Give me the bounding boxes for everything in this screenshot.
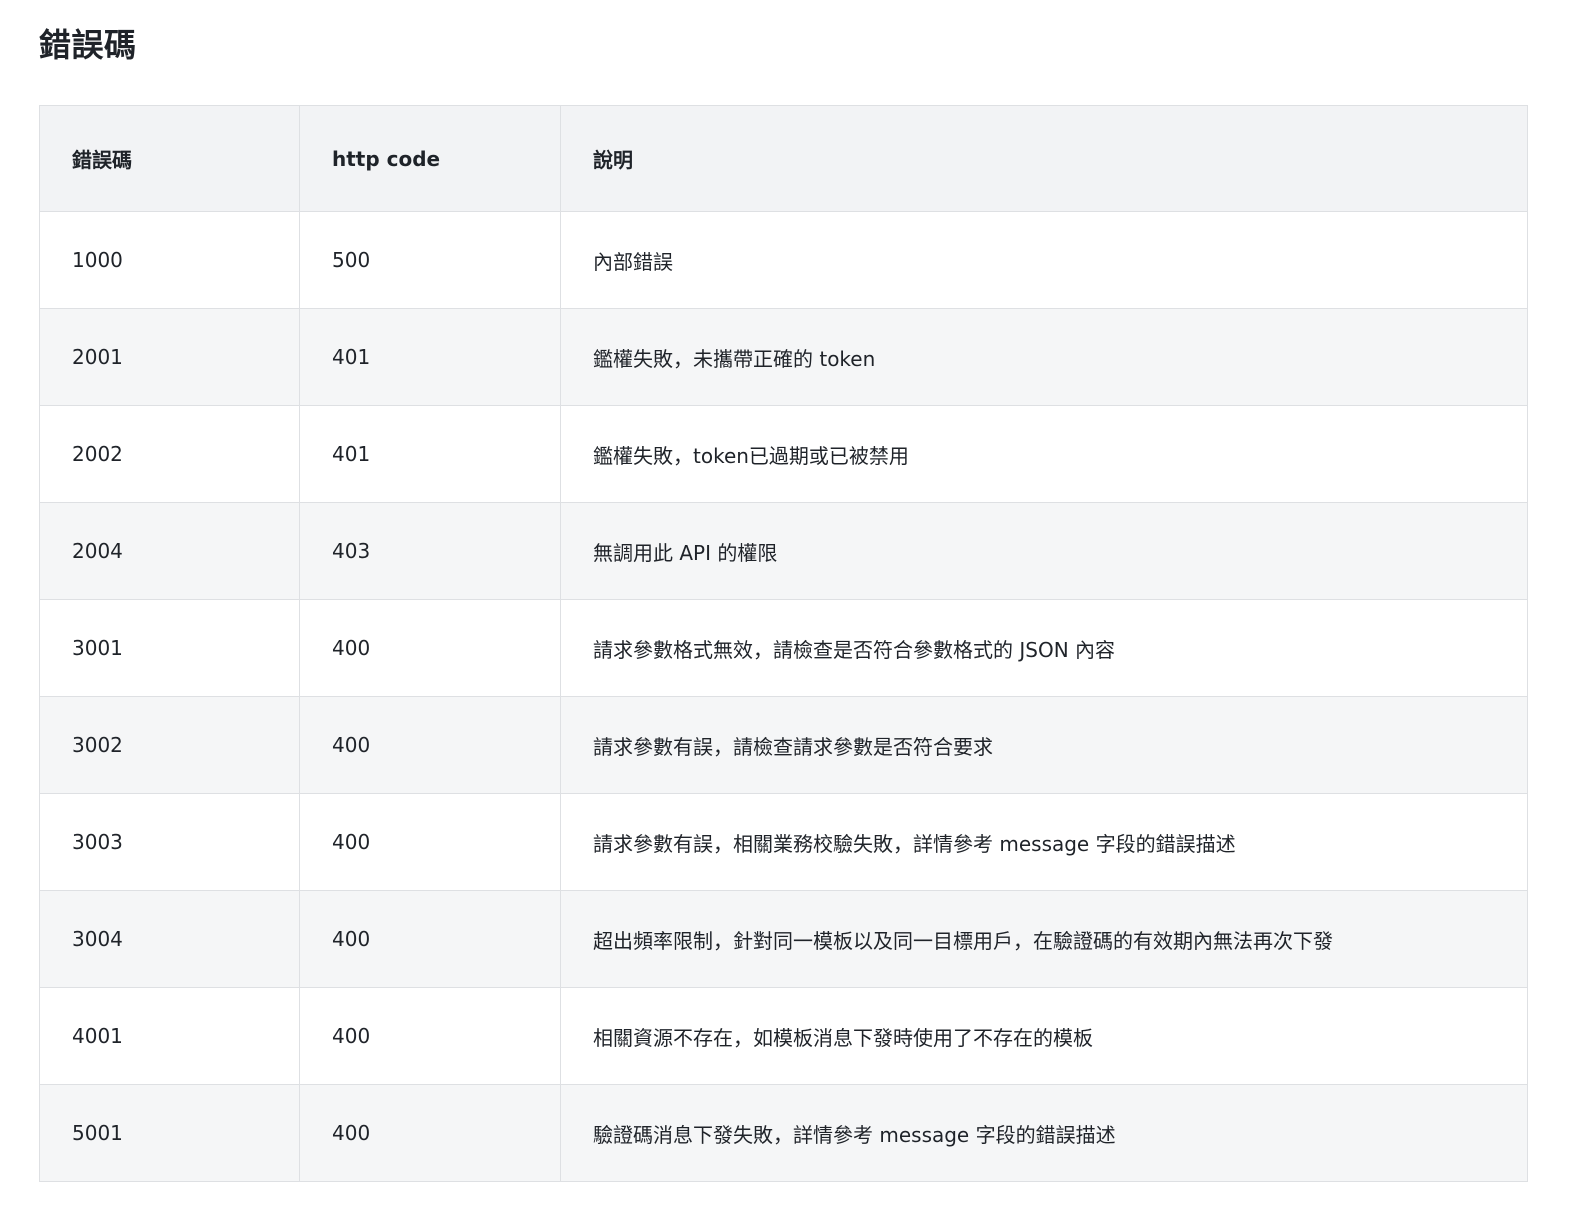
error-code-cell: 1000 <box>39 211 300 309</box>
error-codes-page: 錯誤碼 錯誤碼 http code 說明 1000 500 內部錯誤 2001 401 鑑… <box>0 0 1574 1220</box>
http-code-cell: 401 <box>299 308 561 406</box>
http-code-cell: 400 <box>299 696 561 794</box>
table-row: 2002 401 鑑權失敗，token已過期或已被禁用 <box>39 405 1528 503</box>
description-cell: 無調用此 API 的權限 <box>560 502 1528 600</box>
error-code-cell: 2001 <box>39 308 300 406</box>
description-cell: 內部錯誤 <box>560 211 1528 309</box>
http-code-cell: 400 <box>299 890 561 988</box>
table-row: 5001 400 驗證碼消息下發失敗，詳情參考 message 字段的錯誤描述 <box>39 1084 1528 1182</box>
column-header-http-code: http code <box>299 105 561 212</box>
table-header-row: 錯誤碼 http code 說明 <box>39 105 1528 212</box>
table-body: 1000 500 內部錯誤 2001 401 鑑權失敗，未攜帶正確的 token 2002 4… <box>39 211 1528 1182</box>
http-code-cell: 400 <box>299 987 561 1085</box>
table-row: 2004 403 無調用此 API 的權限 <box>39 502 1528 600</box>
table-row: 3004 400 超出頻率限制，針對同一模板以及同一目標用戶，在驗證碼的有效期內無法… <box>39 890 1528 988</box>
table-row: 3002 400 請求參數有誤，請檢查請求參數是否符合要求 <box>39 696 1528 794</box>
description-cell: 請求參數格式無效，請檢查是否符合參數格式的 JSON 內容 <box>560 599 1528 697</box>
error-code-cell: 4001 <box>39 987 300 1085</box>
description-cell: 請求參數有誤，請檢查請求參數是否符合要求 <box>560 696 1528 794</box>
error-code-cell: 2004 <box>39 502 300 600</box>
column-header-description: 說明 <box>560 105 1528 212</box>
http-code-cell: 400 <box>299 793 561 891</box>
error-code-cell: 3001 <box>39 599 300 697</box>
error-code-cell: 5001 <box>39 1084 300 1182</box>
error-code-cell: 2002 <box>39 405 300 503</box>
error-code-table-container: 錯誤碼 http code 說明 1000 500 內部錯誤 2001 401 鑑權失敗，… <box>39 105 1528 1182</box>
table-row: 3003 400 請求參數有誤，相關業務校驗失敗，詳情參考 message 字段的錯… <box>39 793 1528 891</box>
error-code-cell: 3002 <box>39 696 300 794</box>
error-code-cell: 3004 <box>39 890 300 988</box>
table-row: 3001 400 請求參數格式無效，請檢查是否符合參數格式的 JSON 內容 <box>39 599 1528 697</box>
http-code-cell: 401 <box>299 405 561 503</box>
error-code-table: 錯誤碼 http code 說明 1000 500 內部錯誤 2001 401 鑑權失敗，… <box>39 105 1528 1182</box>
page-title: 錯誤碼 <box>39 26 137 64</box>
http-code-cell: 403 <box>299 502 561 600</box>
table-row: 4001 400 相關資源不存在，如模板消息下發時使用了不存在的模板 <box>39 987 1528 1085</box>
description-cell: 請求參數有誤，相關業務校驗失敗，詳情參考 message 字段的錯誤描述 <box>560 793 1528 891</box>
description-cell: 驗證碼消息下發失敗，詳情參考 message 字段的錯誤描述 <box>560 1084 1528 1182</box>
description-cell: 鑑權失敗，token已過期或已被禁用 <box>560 405 1528 503</box>
error-code-cell: 3003 <box>39 793 300 891</box>
description-cell: 相關資源不存在，如模板消息下發時使用了不存在的模板 <box>560 987 1528 1085</box>
table-header: 錯誤碼 http code 說明 <box>39 105 1528 212</box>
table-row: 2001 401 鑑權失敗，未攜帶正確的 token <box>39 308 1528 406</box>
http-code-cell: 500 <box>299 211 561 309</box>
http-code-cell: 400 <box>299 1084 561 1182</box>
column-header-error-code: 錯誤碼 <box>39 105 300 212</box>
description-cell: 鑑權失敗，未攜帶正確的 token <box>560 308 1528 406</box>
table-row: 1000 500 內部錯誤 <box>39 211 1528 309</box>
description-cell: 超出頻率限制，針對同一模板以及同一目標用戶，在驗證碼的有效期內無法再次下發 <box>560 890 1528 988</box>
http-code-cell: 400 <box>299 599 561 697</box>
